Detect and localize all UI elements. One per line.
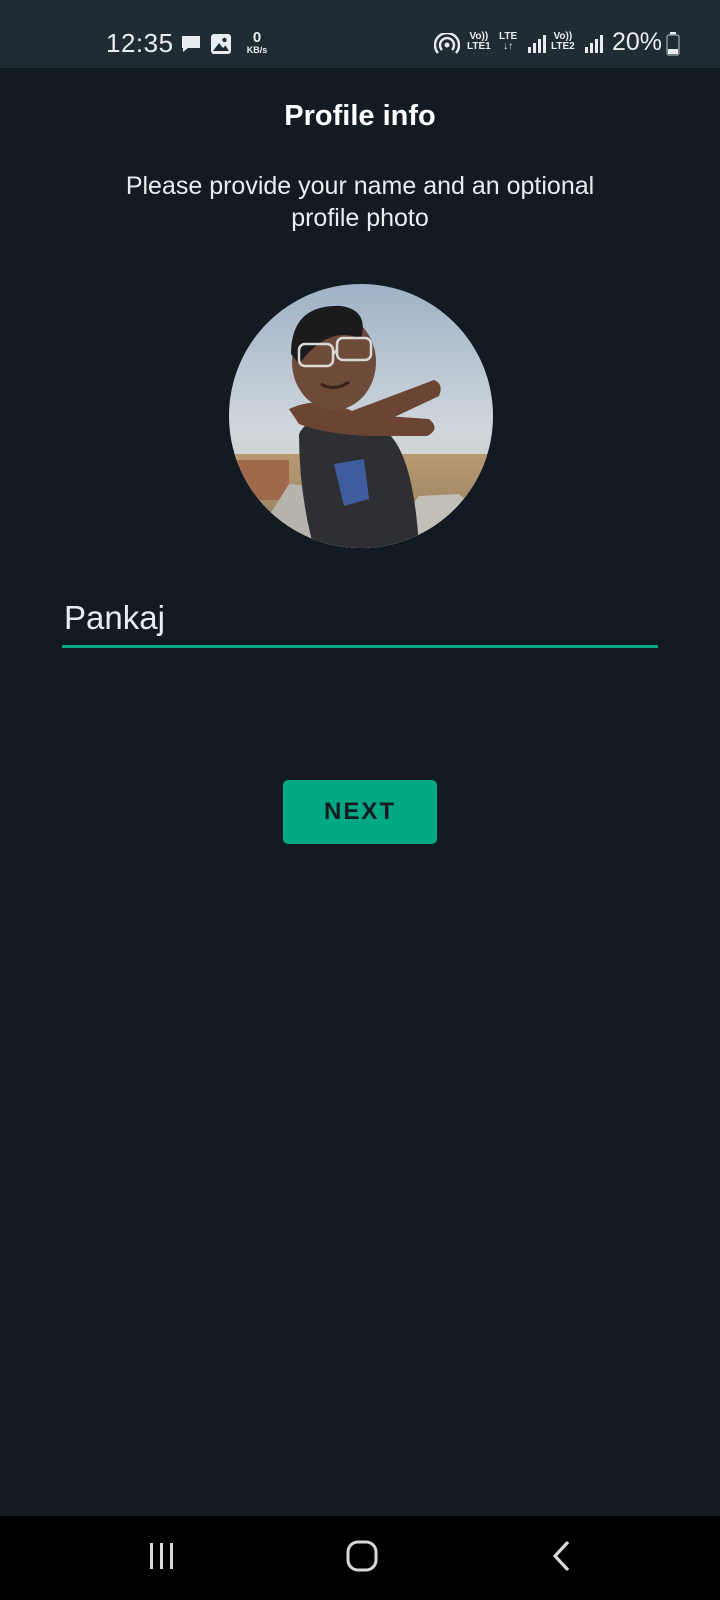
name-field[interactable]	[62, 592, 658, 648]
status-time: 12:35	[106, 28, 174, 58]
signal-icon	[527, 34, 547, 59]
navigation-bar	[0, 1516, 720, 1600]
name-input[interactable]	[62, 592, 658, 644]
sim2-label: Vo)) LTE2	[551, 31, 575, 52]
profile-photo[interactable]	[229, 284, 493, 548]
home-button[interactable]	[322, 1530, 402, 1586]
signal-icon	[584, 34, 604, 59]
message-icon	[180, 34, 202, 59]
next-button[interactable]: NEXT	[283, 780, 437, 844]
recent-apps-button[interactable]	[122, 1530, 202, 1586]
home-icon	[345, 1539, 379, 1578]
battery-percent: 20%	[612, 28, 663, 56]
page-title: Profile info	[284, 100, 436, 132]
hotspot-icon	[433, 31, 461, 60]
gallery-icon	[210, 33, 232, 60]
status-bar: 12:35 0 KB/s Vo)) LTE1 LTE ↓↑ Vo)) LTE2 …	[0, 0, 720, 68]
network-speed: 0 KB/s	[246, 29, 268, 55]
recent-apps-icon	[147, 1541, 177, 1576]
battery-icon	[666, 32, 680, 61]
sim1-label: Vo)) LTE1	[467, 31, 491, 52]
page-subtitle: Please provide your name and an optional…	[125, 172, 595, 232]
back-icon	[550, 1539, 574, 1578]
back-button[interactable]	[522, 1530, 602, 1586]
lte-label: LTE ↓↑	[499, 31, 518, 52]
